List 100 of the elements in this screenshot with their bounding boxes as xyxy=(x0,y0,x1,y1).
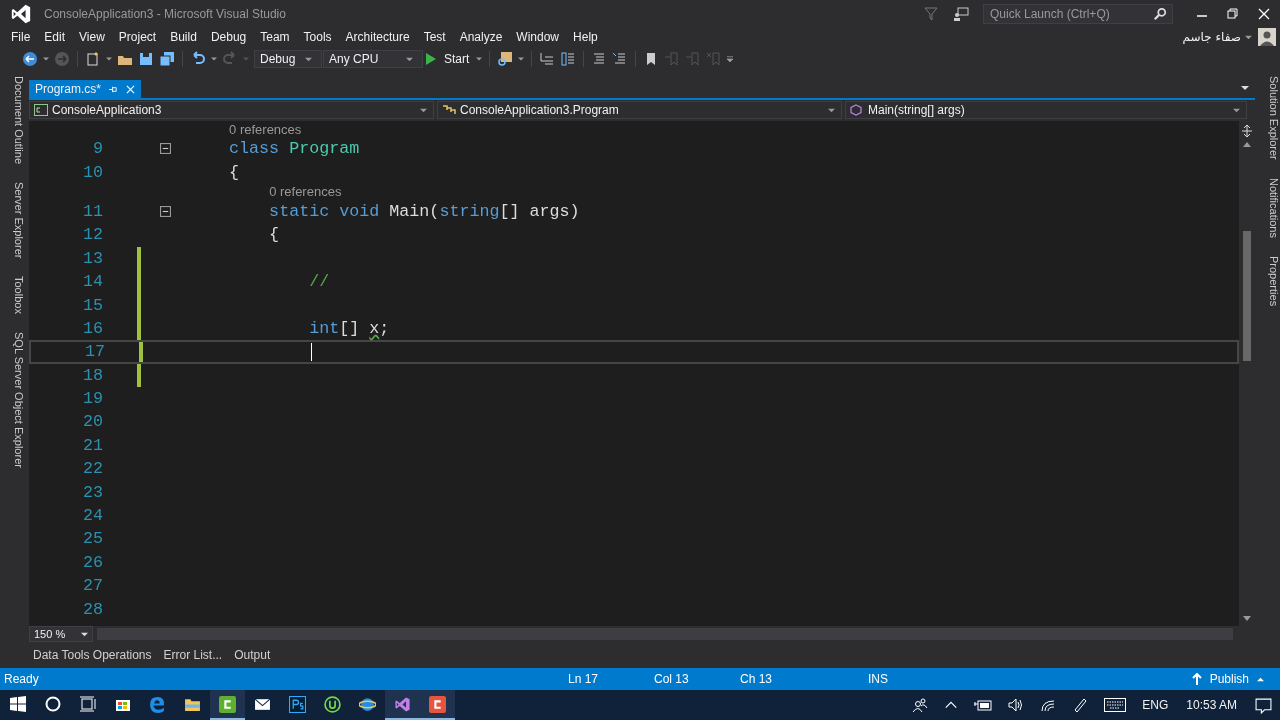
save-all-icon[interactable] xyxy=(159,51,175,67)
undo-icon[interactable] xyxy=(190,51,206,67)
camtasia-taskbar-button[interactable] xyxy=(210,690,245,720)
configuration-dropdown[interactable]: Debug xyxy=(254,50,322,68)
circle-icon xyxy=(44,696,61,712)
vs-taskbar-button[interactable] xyxy=(385,690,420,720)
collapse-icon[interactable] xyxy=(159,205,171,217)
close-icon[interactable] xyxy=(1258,8,1270,20)
platform-dropdown[interactable]: Any CPU xyxy=(323,50,423,68)
line-number: 11 xyxy=(81,201,103,221)
volume-icon[interactable] xyxy=(1008,697,1025,713)
overflow-icon[interactable] xyxy=(727,55,734,63)
recorder-taskbar-button[interactable] xyxy=(420,690,455,720)
code-lens[interactable]: 0 references xyxy=(269,184,342,200)
scroll-up-icon[interactable] xyxy=(1243,141,1251,147)
clock[interactable]: 10:53 AM xyxy=(1186,698,1237,712)
menu-item[interactable]: File xyxy=(4,30,38,44)
tool-window-tab[interactable]: Error List... xyxy=(159,648,227,662)
code-lens[interactable]: 0 references xyxy=(229,121,302,137)
line-number: 24 xyxy=(81,506,103,526)
line-number: 20 xyxy=(81,412,103,432)
menu-item[interactable]: Architecture xyxy=(338,30,417,44)
code-token: Program xyxy=(288,139,360,159)
code-token: string xyxy=(439,201,500,221)
filter-icon[interactable] xyxy=(923,6,939,22)
line-number: 17 xyxy=(83,342,105,362)
menu-item[interactable]: Tools xyxy=(296,30,339,44)
quick-launch-field[interactable]: Quick Launch (Ctrl+Q) xyxy=(983,4,1173,24)
new-project-icon[interactable] xyxy=(85,51,101,67)
caret-icon[interactable] xyxy=(518,56,525,62)
menu-item[interactable]: View xyxy=(72,30,112,44)
caret-icon[interactable] xyxy=(1241,84,1249,92)
caret-icon[interactable] xyxy=(406,55,413,63)
tool-window-tab[interactable]: Output xyxy=(230,648,275,662)
caret-icon xyxy=(81,630,88,638)
side-tab[interactable]: Server Explorer xyxy=(0,180,25,261)
user-name[interactable]: صفاء جاسم xyxy=(1182,30,1241,44)
restore-icon[interactable] xyxy=(1227,8,1239,20)
wifi-icon[interactable] xyxy=(1040,697,1057,713)
start-button[interactable]: Start xyxy=(424,52,472,66)
caret-icon[interactable] xyxy=(43,56,49,62)
back-icon[interactable] xyxy=(22,51,38,67)
insert-mode-indicator: INS xyxy=(868,672,889,686)
avatar-icon[interactable] xyxy=(1258,28,1276,46)
type-dropdown[interactable]: ConsoleApplication3.Program xyxy=(437,101,842,119)
line-number: 9 xyxy=(92,139,103,159)
caret-icon xyxy=(420,106,427,114)
project-dropdown[interactable]: ConsoleApplication3 xyxy=(29,101,434,119)
line-number: 16 xyxy=(81,318,103,338)
language-indicator[interactable]: ENG xyxy=(1142,698,1169,712)
code-token: // xyxy=(308,272,330,292)
battery-icon[interactable] xyxy=(974,699,993,711)
publish-button[interactable]: Publish xyxy=(1185,671,1270,687)
side-tab[interactable]: Properties xyxy=(1255,253,1280,308)
line-indicator: Ln 17 xyxy=(568,672,600,686)
pen-icon[interactable] xyxy=(1072,697,1089,713)
zoom-dropdown[interactable]: 150 % xyxy=(29,626,93,642)
member-dropdown[interactable]: Main(string[] args) xyxy=(845,101,1247,119)
list-icon[interactable] xyxy=(560,51,577,67)
split-icon[interactable] xyxy=(1242,125,1252,137)
notification-icon[interactable] xyxy=(1255,696,1272,714)
menu-item[interactable]: Team xyxy=(253,30,297,44)
side-tab[interactable]: Notifications xyxy=(1255,175,1280,240)
scroll-down-icon[interactable] xyxy=(1243,616,1251,622)
menu-item[interactable]: Test xyxy=(416,30,453,44)
indent-icon[interactable] xyxy=(539,51,556,67)
status-text: Ready xyxy=(3,672,40,686)
menu-item[interactable]: Window xyxy=(509,30,567,44)
caret-icon[interactable] xyxy=(1245,33,1252,41)
side-tab[interactable]: SQL Server Object Explorer xyxy=(0,330,25,471)
side-tab[interactable]: Document Outline xyxy=(0,74,25,167)
pin-icon[interactable] xyxy=(109,84,119,94)
menu-item[interactable]: Analyze xyxy=(452,30,510,44)
find-icon[interactable] xyxy=(497,51,514,67)
collapse-icon[interactable] xyxy=(159,143,171,155)
menu-item[interactable]: Debug xyxy=(203,30,254,44)
menu-item[interactable]: Edit xyxy=(37,30,73,44)
search-icon[interactable] xyxy=(1153,7,1167,21)
windows-icon xyxy=(9,696,26,712)
menu-item[interactable]: Help xyxy=(566,30,605,44)
document-tab[interactable]: Program.cs* xyxy=(29,80,142,98)
save-icon[interactable] xyxy=(138,51,154,67)
caret-icon[interactable] xyxy=(211,56,217,62)
scroll-thumb[interactable] xyxy=(1243,231,1251,361)
tool-window-tab[interactable]: Data Tools Operations xyxy=(29,648,156,662)
code-token: x xyxy=(369,318,380,338)
visual-studio-icon xyxy=(394,695,411,713)
keyboard-icon[interactable] xyxy=(1104,698,1127,712)
side-tab[interactable]: Toolbox xyxy=(0,274,25,317)
line-number: 19 xyxy=(81,389,103,409)
menu-item[interactable]: Project xyxy=(111,30,164,44)
feedback-icon[interactable] xyxy=(953,6,969,22)
people-icon[interactable] xyxy=(912,697,929,713)
caret-icon[interactable] xyxy=(305,55,312,63)
code-token: { xyxy=(228,162,240,182)
caret-icon[interactable] xyxy=(476,56,483,62)
caret-icon[interactable] xyxy=(106,56,112,62)
side-tab[interactable]: Solution Explorer xyxy=(1255,74,1280,162)
method-icon xyxy=(850,104,864,116)
menu-item[interactable]: Build xyxy=(163,30,204,44)
